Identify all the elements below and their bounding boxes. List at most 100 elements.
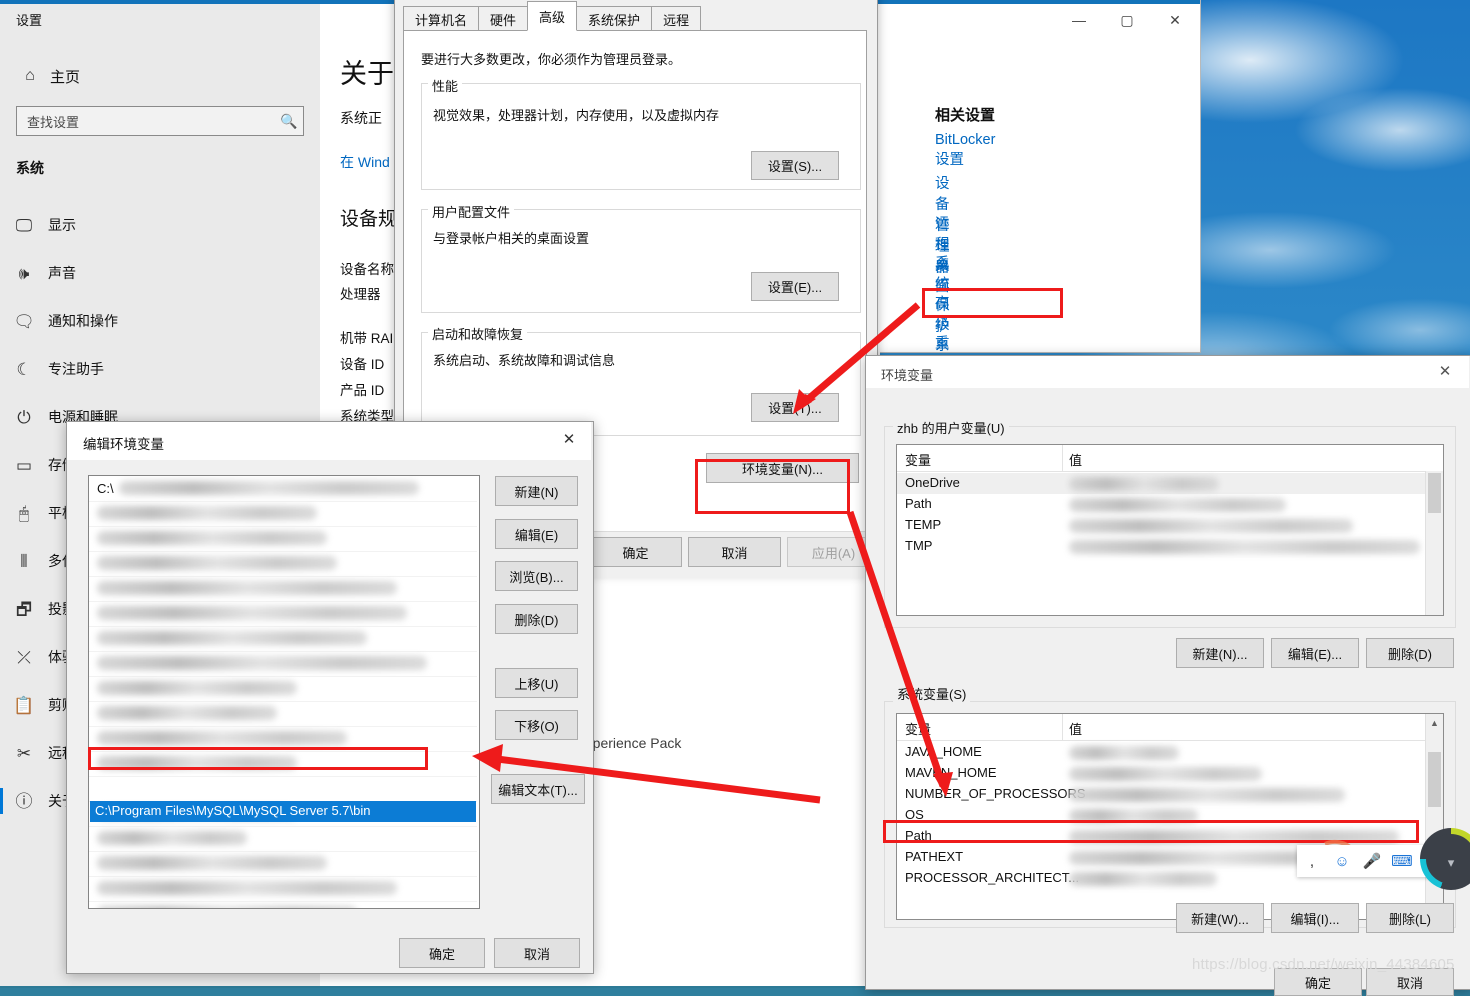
maximize-icon[interactable]: ▢ <box>1103 4 1151 36</box>
column-divider[interactable] <box>1062 714 1063 740</box>
scrollbar-thumb[interactable] <box>1428 752 1441 807</box>
keyboard-icon[interactable]: ⌨ <box>1387 852 1417 870</box>
tablet-icon: 🖱 <box>18 503 30 523</box>
path-entry-row[interactable] <box>89 551 477 577</box>
user-variables-label: zhb 的用户变量(U) <box>893 418 1009 437</box>
path-entry-row[interactable] <box>89 626 477 652</box>
sidebar-item-3[interactable]: 🗨 通知和操作 <box>0 297 320 345</box>
chevron-up-icon[interactable]: ▲ <box>1426 714 1443 731</box>
path-entry-row[interactable] <box>89 876 477 902</box>
tab-远程[interactable]: 远程 <box>651 6 702 31</box>
startup-recovery-settings-button[interactable]: 设置(T)... <box>751 393 839 422</box>
variable-name: Path <box>905 496 932 511</box>
comma-icon[interactable]: , <box>1297 853 1327 870</box>
user-delete-button[interactable]: 删除(D) <box>1366 638 1454 668</box>
path-entry-row[interactable] <box>89 776 477 802</box>
performance-settings-button[interactable]: 设置(S)... <box>751 151 839 180</box>
tab-系统保护[interactable]: 系统保护 <box>576 6 653 31</box>
sidebar-item-1[interactable]: 🖵 显示 <box>0 201 320 249</box>
sidebar-item-home[interactable]: ⌂ 主页 <box>10 60 300 92</box>
system-variables-table[interactable]: 变量 值 JAVA_HOME MAVEN_HOME NUMBER_OF_PROCES… <box>896 713 1444 920</box>
minimize-icon[interactable]: — <box>1055 4 1103 36</box>
path-entry-row[interactable] <box>89 701 477 727</box>
variable-name: TMP <box>905 538 933 553</box>
close-icon[interactable]: ✕ <box>547 422 591 456</box>
scrollbar-thumb[interactable] <box>1428 473 1441 513</box>
path-entry-row[interactable] <box>89 676 477 702</box>
delete-button[interactable]: 删除(D) <box>495 604 578 634</box>
cancel-button[interactable]: 取消 <box>688 537 781 567</box>
column-variable: 变量 <box>905 453 932 468</box>
user-profiles-group-text: 与登录帐户相关的桌面设置 <box>433 231 590 246</box>
user-variable-row[interactable]: OneDrive <box>897 473 1443 494</box>
about-windows-link[interactable]: 在 Wind <box>340 152 390 172</box>
user-profiles-settings-button[interactable]: 设置(E)... <box>751 272 839 301</box>
path-entry-row[interactable] <box>89 826 477 852</box>
search-input[interactable]: 查找设置 🔍 <box>16 106 304 136</box>
sidebar-item-home-label: 主页 <box>50 68 81 86</box>
path-entry-row[interactable] <box>89 901 477 908</box>
path-entry-row[interactable] <box>89 601 477 627</box>
new-button[interactable]: 新建(N) <box>495 476 578 506</box>
move-up-button[interactable]: 上移(U) <box>495 668 578 698</box>
edit-env-cancel-button[interactable]: 取消 <box>494 938 580 968</box>
path-entry-blurred <box>97 681 297 695</box>
related-link-1[interactable]: BitLocker 设置 <box>935 132 995 169</box>
close-icon[interactable]: ✕ <box>1425 356 1465 386</box>
user-variable-row[interactable]: Path <box>897 494 1443 515</box>
user-table-scrollbar[interactable] <box>1425 471 1443 615</box>
emoji-icon[interactable]: ☺ <box>1327 853 1357 870</box>
path-entry-first[interactable]: C:\ <box>97 481 114 496</box>
annotation-box-mysql-path-entry <box>88 747 428 770</box>
system-variable-row[interactable]: JAVA_HOME <box>897 742 1443 763</box>
system-variable-row[interactable]: MAVEN_HOME <box>897 763 1443 784</box>
sidebar-item-4[interactable]: ☾ 专注助手 <box>0 345 320 393</box>
variable-value-blurred <box>1069 540 1420 554</box>
annotation-box-environment-variables-button <box>695 459 850 514</box>
tab-硬件[interactable]: 硬件 <box>478 6 529 31</box>
system-variable-row[interactable]: NUMBER_OF_PROCESSORS <box>897 784 1443 805</box>
user-new-button[interactable]: 新建(N)... <box>1176 638 1264 668</box>
path-entry-row[interactable] <box>89 651 477 677</box>
user-variables-table[interactable]: 变量 值 OneDrive Path TEMP TMP <box>896 444 1444 616</box>
browse-button[interactable]: 浏览(B)... <box>495 561 578 591</box>
move-down-button[interactable]: 下移(O) <box>495 710 578 740</box>
settings-window-controls: — ▢ ✕ <box>1055 4 1200 36</box>
path-entry-row[interactable] <box>89 526 477 552</box>
variable-value-blurred <box>1069 477 1219 491</box>
path-entry-row[interactable] <box>89 851 477 877</box>
system-new-button[interactable]: 新建(W)... <box>1176 903 1264 933</box>
edit-text-button[interactable]: 编辑文本(T)... <box>491 774 585 804</box>
column-value: 值 <box>1069 453 1083 468</box>
environment-variables-dialog: 环境变量 ✕ zhb 的用户变量(U) 变量 值 OneDrive Path TEM… <box>865 355 1470 996</box>
column-divider[interactable] <box>1062 445 1063 471</box>
column-value: 值 <box>1069 722 1083 737</box>
variable-value-blurred <box>1069 519 1353 533</box>
chevron-down-icon[interactable]: ▾ <box>1426 855 1470 871</box>
ok-button[interactable]: 确定 <box>589 537 682 567</box>
spec-label-ram: 机带 RAI <box>340 331 394 346</box>
path-entries-list[interactable]: C:\ C:\Program Files\MySQL\MySQL Server … <box>88 475 480 909</box>
system-delete-button[interactable]: 删除(L) <box>1366 903 1454 933</box>
search-placeholder: 查找设置 <box>27 114 80 130</box>
spec-label-device-id: 设备 ID <box>340 357 385 372</box>
tab-高级[interactable]: 高级 <box>527 1 578 31</box>
path-entry-row[interactable] <box>89 576 477 602</box>
selection-indicator <box>0 788 3 814</box>
path-entry-row[interactable] <box>89 476 477 502</box>
tab-计算机名[interactable]: 计算机名 <box>403 6 480 31</box>
sidebar-item-2[interactable]: 🕪 声音 <box>0 249 320 297</box>
path-entry-selected[interactable]: C:\Program Files\MySQL\MySQL Server 5.7\… <box>90 801 476 822</box>
user-edit-button[interactable]: 编辑(E)... <box>1271 638 1359 668</box>
user-variable-row[interactable]: TEMP <box>897 515 1443 536</box>
edit-button[interactable]: 编辑(E) <box>495 519 578 549</box>
microphone-icon[interactable]: 🎤 <box>1357 852 1387 870</box>
close-icon[interactable]: ✕ <box>1151 4 1199 36</box>
info-icon: ⓘ <box>15 791 33 811</box>
edit-env-ok-button[interactable]: 确定 <box>399 938 485 968</box>
path-entry-blurred <box>97 556 337 570</box>
system-edit-button[interactable]: 编辑(I)... <box>1271 903 1359 933</box>
user-variable-row[interactable]: TMP <box>897 536 1443 557</box>
path-entry-row[interactable] <box>89 501 477 527</box>
search-icon[interactable]: 🔍 <box>275 113 303 130</box>
